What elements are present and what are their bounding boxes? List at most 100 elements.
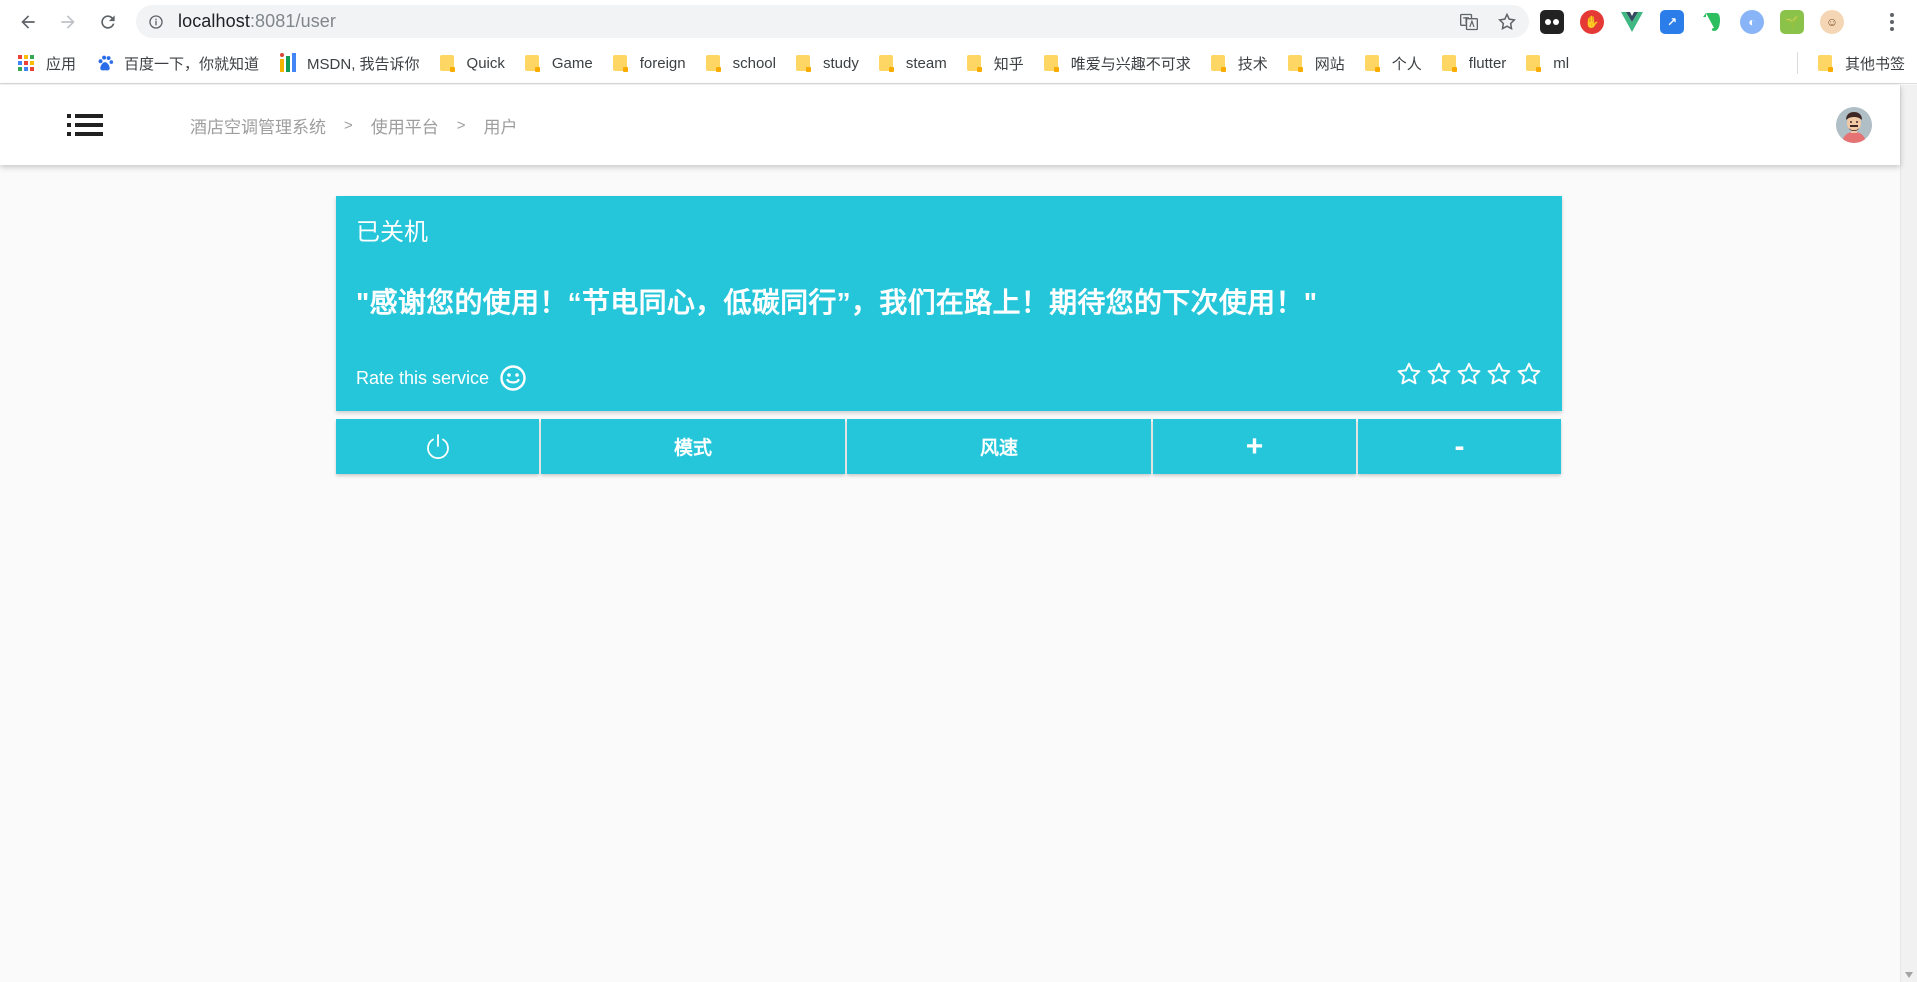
breadcrumb: 酒店空调管理系统 > 使用平台 > 用户 xyxy=(190,113,518,137)
extension-adblock-icon[interactable]: ✋ xyxy=(1580,10,1604,34)
bookmark-label: MSDN, 我告诉你 xyxy=(307,55,420,73)
bookmark-label: 个人 xyxy=(1391,55,1422,73)
translate-icon[interactable] xyxy=(1459,12,1479,32)
scroll-down-arrow-icon[interactable] xyxy=(1905,972,1913,978)
bookmark-label: 百度一下，你就知道 xyxy=(124,55,260,73)
extension-vue-devtools-icon[interactable] xyxy=(1620,10,1644,34)
folder-icon xyxy=(1043,55,1059,72)
list-menu-icon[interactable] xyxy=(67,112,103,138)
smile-icon xyxy=(500,365,526,391)
folder-icon xyxy=(524,55,540,72)
temperature-down-button[interactable]: - xyxy=(1358,419,1561,474)
bookmark-label: steam xyxy=(905,54,947,72)
rate-label: Rate this service xyxy=(356,367,490,388)
bookmark-folder-tech[interactable]: 技术 xyxy=(1201,48,1278,78)
thanks-message: "感谢您的使用！“节电同心，低碳同行”，我们在路上！期待您的下次使用！" xyxy=(356,287,1318,318)
star-bookmark-icon[interactable] xyxy=(1497,12,1517,32)
bookmark-apps[interactable]: 应用 xyxy=(8,48,86,78)
bookmark-label: 网站 xyxy=(1314,55,1345,73)
folder-icon xyxy=(1817,55,1833,72)
power-icon xyxy=(426,433,449,459)
star-2-icon[interactable] xyxy=(1426,361,1452,387)
minus-label: - xyxy=(1454,429,1465,463)
bookmark-other[interactable]: 其他书签 xyxy=(1808,48,1917,78)
reload-button[interactable] xyxy=(88,2,128,42)
browser-toolbar: localhost:8081/user ✋ ↗ ◐ 🌱 ☺ xyxy=(0,0,1917,43)
page-scrollbar[interactable] xyxy=(1900,85,1917,982)
arrow-left-icon xyxy=(21,14,35,29)
bookmark-folder-foreign[interactable]: foreign xyxy=(603,48,696,78)
folder-icon xyxy=(1287,55,1303,72)
bookmark-label: Game xyxy=(551,54,593,72)
folder-icon xyxy=(705,55,721,72)
extension-plant-icon[interactable]: 🌱 xyxy=(1780,10,1804,34)
bookmark-label: ml xyxy=(1553,54,1570,72)
plus-label: + xyxy=(1245,429,1264,463)
extension-circle-icon[interactable]: ◐ xyxy=(1740,10,1764,34)
folder-icon xyxy=(966,55,982,72)
folder-icon xyxy=(1364,55,1380,72)
mode-button[interactable]: 模式 xyxy=(541,419,845,474)
bookmark-folder-zhihu[interactable]: 知乎 xyxy=(957,48,1034,78)
bookmark-folder-school[interactable]: school xyxy=(696,48,786,78)
bookmark-msdn[interactable]: MSDN, 我告诉你 xyxy=(269,48,430,78)
bookmark-folder-game[interactable]: Game xyxy=(515,48,603,78)
breadcrumb-item-system[interactable]: 酒店空调管理系统 xyxy=(190,113,326,138)
bookmark-folder-personal[interactable]: 个人 xyxy=(1355,48,1432,78)
extension-tampermonkey-icon[interactable] xyxy=(1540,10,1564,34)
folder-icon xyxy=(1441,55,1457,72)
power-status: 已关机 xyxy=(356,219,428,246)
bookmark-folder-sites[interactable]: 网站 xyxy=(1278,48,1355,78)
bookmark-label: study xyxy=(822,54,859,72)
rating-stars xyxy=(1396,361,1542,387)
extension-evernote-icon[interactable] xyxy=(1700,10,1724,34)
folder-icon xyxy=(878,55,894,72)
msdn-logo-icon xyxy=(280,53,297,72)
apps-grid-icon xyxy=(18,55,34,71)
url-host: localhost xyxy=(178,11,250,31)
bookmark-label: school xyxy=(732,54,776,72)
bookmark-label: 技术 xyxy=(1237,55,1268,73)
kebab-menu-icon[interactable] xyxy=(1882,10,1902,34)
folder-icon xyxy=(439,55,455,72)
fan-speed-button[interactable]: 风速 xyxy=(847,419,1151,474)
address-bar[interactable]: localhost:8081/user xyxy=(136,5,1529,38)
power-button[interactable] xyxy=(336,419,539,474)
bookmark-label: foreign xyxy=(639,54,686,72)
breadcrumb-separator: > xyxy=(456,116,466,134)
bookmark-folder-flutter[interactable]: flutter xyxy=(1432,48,1517,78)
forward-button[interactable] xyxy=(48,2,88,42)
bookmark-label: 知乎 xyxy=(993,55,1024,73)
bookmark-folder-interest[interactable]: 唯爱与兴趣不可求 xyxy=(1034,48,1201,78)
profile-avatar-icon[interactable]: ☺ xyxy=(1820,10,1844,34)
bookmark-folder-study[interactable]: study xyxy=(786,48,869,78)
extension-blue-app-icon[interactable]: ↗ xyxy=(1660,10,1684,34)
ac-controls: 模式 风速 + - xyxy=(336,419,1562,474)
back-button[interactable] xyxy=(8,2,48,42)
bookmarks-divider xyxy=(1796,52,1798,74)
bookmark-folder-steam[interactable]: steam xyxy=(869,48,957,78)
star-1-icon[interactable] xyxy=(1396,361,1422,387)
temperature-up-button[interactable]: + xyxy=(1153,419,1356,474)
breadcrumb-item-platform[interactable]: 使用平台 xyxy=(371,113,439,138)
bookmark-folder-quick[interactable]: Quick xyxy=(430,48,515,78)
breadcrumb-separator: > xyxy=(344,116,353,134)
user-avatar-icon[interactable] xyxy=(1836,107,1872,143)
folder-icon xyxy=(795,55,811,72)
folder-icon xyxy=(1210,55,1226,72)
baidu-paw-icon xyxy=(98,55,114,71)
bookmark-baidu[interactable]: 百度一下，你就知道 xyxy=(86,48,269,78)
url-text[interactable]: localhost:8081/user xyxy=(178,11,336,32)
star-3-icon[interactable] xyxy=(1456,361,1482,387)
bookmark-label: flutter xyxy=(1468,54,1507,72)
rate-row: Rate this service xyxy=(356,364,527,392)
star-4-icon[interactable] xyxy=(1486,361,1512,387)
bookmark-label: 唯爱与兴趣不可求 xyxy=(1070,55,1191,73)
info-icon[interactable] xyxy=(148,14,164,30)
breadcrumb-item-user: 用户 xyxy=(483,117,518,137)
app-header: 酒店空调管理系统 > 使用平台 > 用户 xyxy=(0,85,1900,165)
bookmarks-bar: 应用 百度一下，你就知道 MSDN, 我告诉你 Quick Game forei… xyxy=(0,43,1917,84)
bookmark-label: 应用 xyxy=(46,55,77,73)
bookmark-folder-ml[interactable]: ml xyxy=(1516,48,1579,78)
star-5-icon[interactable] xyxy=(1516,361,1542,387)
